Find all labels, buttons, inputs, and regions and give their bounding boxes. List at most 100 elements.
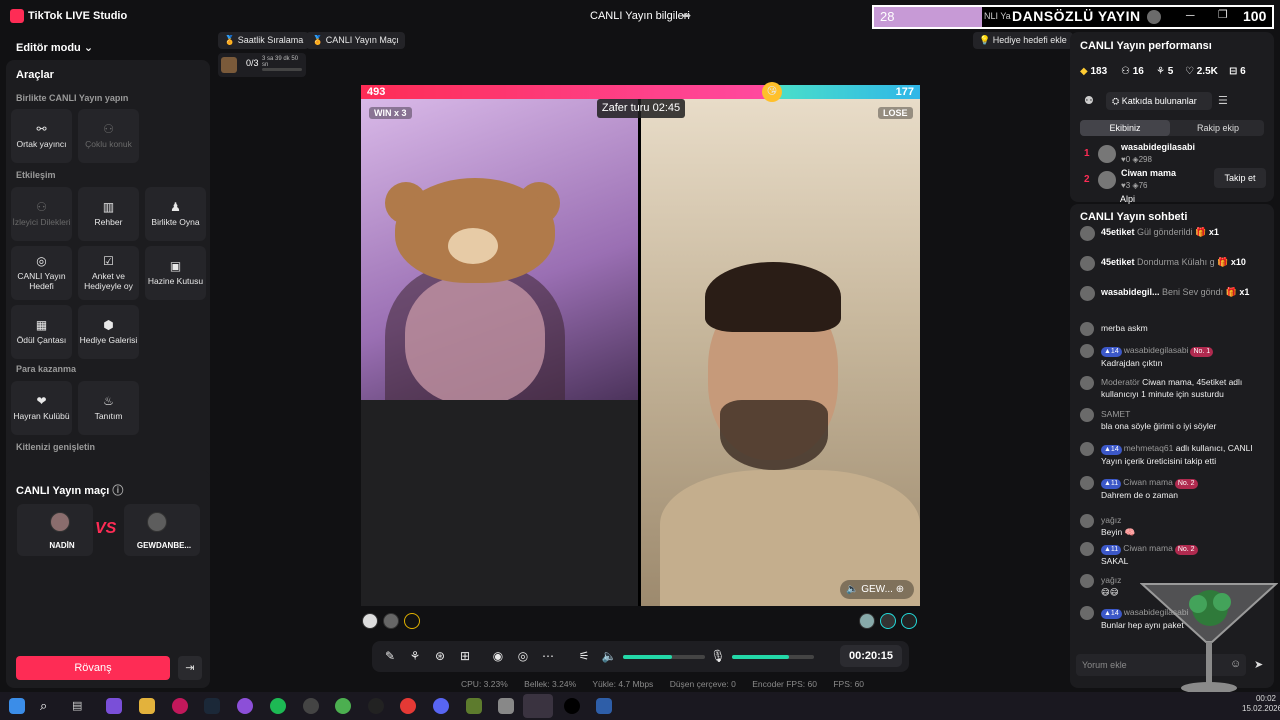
avatar — [1147, 10, 1161, 24]
speaker-icon[interactable]: 🔈 — [601, 649, 617, 663]
tiktok-icon[interactable] — [564, 698, 580, 714]
app-icon[interactable] — [303, 698, 319, 714]
avatar[interactable] — [880, 613, 896, 629]
goal-widget[interactable]: 0/3 3 sa 39 dk 50 sn — [218, 53, 306, 77]
tool-gamepad[interactable]: ♟ Birlikte Oyna — [145, 187, 206, 241]
contributors-label: Katkıda bulunanlar — [1121, 96, 1197, 106]
file-explorer-icon[interactable] — [139, 698, 155, 714]
bag-icon: ▦ — [35, 318, 48, 332]
app-icon[interactable] — [596, 698, 612, 714]
help-icon[interactable]: ⓘ — [112, 485, 123, 497]
live-match-chip[interactable]: 🏅 CANLI Yayın Maçı — [306, 32, 405, 49]
hourly-ranking-chip[interactable]: 🏅 Saatlik Sıralama — [218, 32, 310, 49]
avatar[interactable] — [901, 613, 917, 629]
app-icon[interactable] — [237, 698, 253, 714]
score-left-fill — [361, 85, 772, 99]
avatar — [1080, 286, 1095, 301]
avatar[interactable] — [383, 613, 399, 629]
chat-username[interactable]: SAMET — [1101, 409, 1130, 419]
add-source-icon[interactable]: ⊞ — [457, 649, 473, 663]
tool-label: Rehber — [94, 217, 123, 227]
chat-username[interactable]: wasabidegilasabi — [1124, 345, 1189, 355]
editor-mode-dropdown[interactable]: Editör modu ⌄ — [16, 41, 93, 54]
avatar[interactable] — [404, 613, 420, 629]
avatar[interactable] — [362, 613, 378, 629]
opponent-name-pill[interactable]: 🔈 GEW... ⊕ — [840, 580, 914, 599]
chat-message-body: SAMET bla ona söyle ğirimi o iyi söyler — [1101, 408, 1271, 432]
more-icon[interactable]: ⋯ — [540, 649, 556, 663]
task-view-icon[interactable]: ▤ — [72, 698, 88, 714]
chevron-down-icon: ⌄ — [83, 42, 94, 54]
follow-button[interactable]: Takip et — [1214, 168, 1266, 188]
level-badge: ▲11 — [1101, 479, 1122, 489]
stream-info-button[interactable]: CANLI Yayın bilgileri — [590, 10, 690, 22]
tool-flame[interactable]: ♨ Tanıtım — [78, 381, 139, 435]
match-title-label: CANLI Yayın maçı — [16, 485, 110, 497]
overlay-left-number: 28 — [880, 9, 895, 24]
chat-username[interactable]: Ciwan mama — [1123, 543, 1173, 553]
stats-bar: CPU: 3.23% Bellek: 3.24% Yükle: 4.7 Mbps… — [461, 679, 878, 689]
video-divider — [638, 99, 641, 606]
chat-username[interactable]: mehmetaq61 — [1124, 443, 1174, 453]
target-icon: ◎ — [36, 254, 47, 268]
avatar — [1080, 606, 1094, 620]
mic-slider[interactable] — [732, 655, 814, 659]
tool-link[interactable]: ⚯ Ortak yayıncı — [11, 109, 72, 163]
chat-username[interactable]: yağız — [1101, 515, 1121, 525]
chrome-icon[interactable] — [335, 698, 351, 714]
app-icon[interactable] — [498, 698, 514, 714]
share-icon: ⚘ — [1156, 66, 1165, 77]
search-icon[interactable]: ⌕ — [40, 698, 56, 714]
contributor-row[interactable]: 1 wasabidegilasabi ♥0 ◈298 — [1080, 142, 1270, 168]
tool-target[interactable]: ◎ CANLI Yayın Hedefi — [11, 246, 72, 300]
sticker-icon[interactable]: ⊛ — [432, 649, 448, 663]
share-icon[interactable]: ➦ — [682, 9, 694, 22]
tiktok-studio-taskbar-icon[interactable] — [523, 694, 553, 718]
chat-username[interactable]: yağız — [1101, 575, 1121, 585]
copilot-icon[interactable] — [106, 698, 122, 714]
tool-gift[interactable]: ⬢ Hediye Galerisi — [78, 305, 139, 359]
tool-people[interactable]: ⚇ İzleyici Dilekleri — [11, 187, 72, 241]
tool-poll[interactable]: ☑ Anket ve Hediyeyle oy — [78, 246, 139, 300]
minimize-icon[interactable]: ─ — [1186, 8, 1195, 22]
record-icon[interactable]: ◉ — [490, 649, 506, 663]
tab-your-team[interactable]: Ekibiniz — [1080, 120, 1170, 136]
app-icon[interactable] — [400, 698, 416, 714]
camera-icon[interactable]: ◎ — [515, 649, 531, 663]
contributor-stats: ♥0 ◈298 — [1121, 155, 1152, 164]
spotify-icon[interactable] — [270, 698, 286, 714]
minecraft-icon[interactable] — [466, 698, 482, 714]
medal-icon: 🏅 — [224, 35, 236, 45]
magic-wand-icon[interactable]: ✎ — [382, 649, 398, 663]
discord-icon[interactable] — [433, 698, 449, 714]
chat-username[interactable]: Moderatör — [1101, 377, 1140, 387]
app-icon[interactable] — [368, 698, 384, 714]
tool-label: Hayran Kulübü — [13, 411, 70, 421]
exit-icon[interactable]: ⇥ — [178, 656, 202, 680]
contributors-button[interactable]: ⛭ Katkıda bulunanlar — [1106, 92, 1212, 110]
goal-time: 3 sa 39 dk 50 sn — [262, 56, 299, 68]
tab-rival-team[interactable]: Rakip ekip — [1172, 120, 1264, 136]
tool-people[interactable]: ⚇ Çoklu konuk — [78, 109, 139, 163]
avatar[interactable] — [859, 613, 875, 629]
tool-heart[interactable]: ❤ Hayran Kulübü — [11, 381, 72, 435]
invite-user-icon[interactable]: ⚉ — [1084, 94, 1094, 107]
tool-treasure[interactable]: ▣ Hazine Kutusu — [145, 246, 206, 300]
maximize-icon[interactable]: ❐ — [1218, 8, 1228, 21]
tool-bag[interactable]: ▦ Ödül Çantası — [11, 305, 72, 359]
volume-slider[interactable] — [623, 655, 705, 659]
gift-goal-chip[interactable]: 💡 Hediye hedefi ekle — [973, 32, 1073, 49]
tool-book[interactable]: ▥ Rehber — [78, 187, 139, 241]
microphone-icon[interactable]: 🎙 — [710, 649, 726, 663]
glass-garnish-leaf — [1189, 595, 1207, 613]
settings-sliders-icon[interactable]: ⚟ — [576, 649, 592, 663]
windows-start-icon[interactable] — [9, 698, 25, 714]
opera-icon[interactable] — [172, 698, 188, 714]
tool-label: Birlikte Oyna — [151, 217, 200, 227]
rematch-button[interactable]: Rövanş — [16, 656, 170, 680]
list-icon[interactable]: ☰ — [1218, 94, 1228, 107]
effects-icon[interactable]: ⚘ — [407, 649, 423, 663]
stream-timer: 00:20:15 — [840, 645, 902, 667]
steam-icon[interactable] — [204, 698, 220, 714]
chat-username[interactable]: Ciwan mama — [1123, 477, 1173, 487]
